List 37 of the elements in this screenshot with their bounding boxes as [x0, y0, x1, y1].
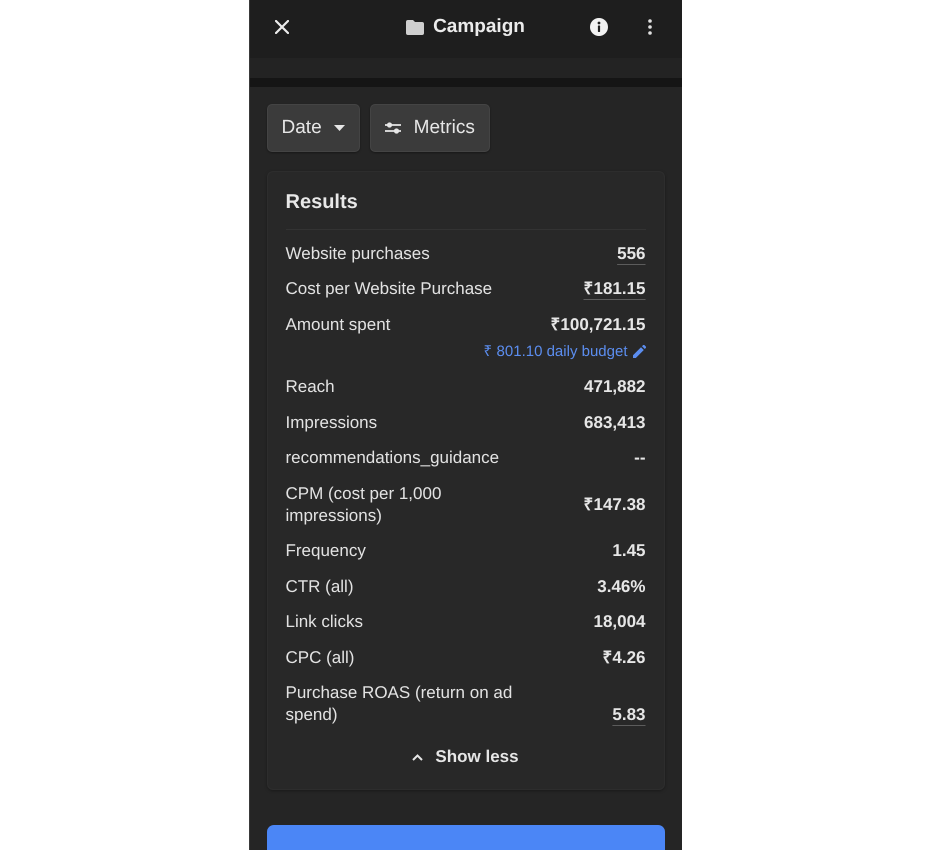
metric-value: 471,882 [584, 376, 646, 398]
metric-label: Purchase ROAS (return on ad spend) [286, 682, 514, 726]
close-icon[interactable] [274, 20, 288, 34]
metric-label: Impressions [286, 412, 378, 434]
metric-label: Website purchases [286, 242, 430, 265]
metric-value: ₹100,721.15 [550, 314, 646, 336]
metric-label: Link clicks [286, 611, 363, 634]
metric-label: Reach [286, 376, 335, 398]
metric-value: ₹147.38 [584, 494, 646, 516]
metric-label: CPC (all) [286, 646, 354, 669]
metric-value: ₹181.15 [584, 278, 646, 300]
caret-down-icon [334, 125, 345, 131]
metric-label: CTR (all) [286, 576, 354, 598]
date-dropdown[interactable]: Date [266, 104, 360, 152]
metric-label: CPM (cost per 1,000 impressions) [286, 482, 442, 527]
metric-value: 683,413 [584, 412, 646, 434]
metric-value: 5.83 [612, 704, 646, 726]
results-heading: Results [286, 190, 359, 214]
metric-value: 1.45 [612, 540, 646, 562]
metric-value: ₹4.26 [602, 646, 646, 669]
metric-label: Amount spent [286, 314, 390, 336]
metric-label: Cost per Website Purchase [286, 278, 492, 300]
daily-budget-link[interactable]: ₹ 801.10 daily budget [483, 340, 646, 363]
folder-icon [406, 20, 424, 34]
metric-value: 556 [617, 242, 646, 265]
info-icon[interactable] [590, 18, 608, 36]
metrics-button[interactable]: Metrics [370, 104, 490, 152]
campaign-title: Campaign [433, 16, 525, 38]
metric-label: recommendations_guidance [286, 447, 500, 470]
more-options-icon[interactable] [648, 19, 652, 35]
metric-value: 3.46% [597, 576, 646, 598]
pencil-icon [632, 345, 646, 358]
metric-value: -- [634, 447, 646, 470]
metric-label: Frequency [286, 540, 366, 562]
metric-value: 18,004 [594, 611, 646, 634]
show-less-button[interactable]: Show less [412, 745, 519, 769]
sliders-icon [384, 122, 401, 134]
